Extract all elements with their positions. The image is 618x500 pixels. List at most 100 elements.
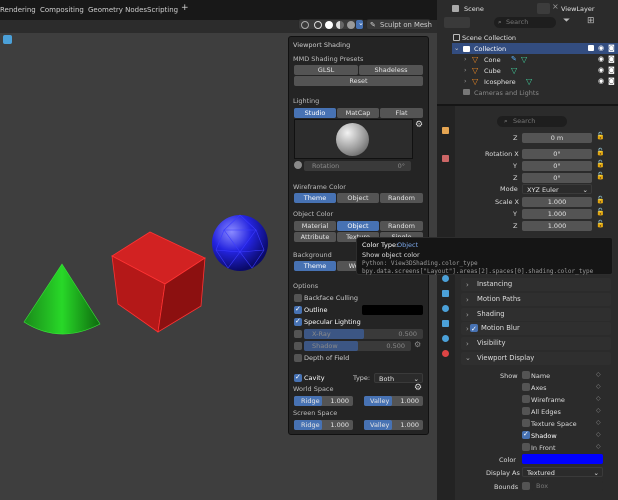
- valley2-field[interactable]: Valley 1.000: [364, 420, 423, 430]
- ico-chevron-icon[interactable]: ›: [464, 77, 467, 85]
- scale-x-field[interactable]: 1.000: [522, 197, 592, 207]
- bounds-checkbox[interactable]: [522, 482, 530, 490]
- icosphere-object[interactable]: [212, 214, 268, 271]
- location-z-field[interactable]: 0 m: [522, 133, 592, 143]
- anim-dot-icon[interactable]: ◇: [596, 431, 601, 438]
- outliner-item-cube[interactable]: Cube: [484, 67, 501, 75]
- solid-shading-icon[interactable]: [325, 21, 333, 29]
- panel-shading[interactable]: Shading: [461, 308, 611, 321]
- camera-icon[interactable]: ◙: [608, 44, 615, 52]
- panel-motion-blur[interactable]: Motion Blur: [461, 322, 611, 336]
- scale-x-lock-icon[interactable]: 🔓: [596, 196, 605, 204]
- object-color-swatch[interactable]: [522, 454, 603, 464]
- rotation-x-field[interactable]: 0°: [522, 149, 592, 159]
- material-preview-icon[interactable]: [336, 21, 344, 29]
- backface-checkbox[interactable]: [294, 294, 302, 302]
- color-material-button[interactable]: Material: [294, 221, 336, 231]
- valley-field[interactable]: Valley 1.000: [364, 396, 423, 406]
- tab-compositing[interactable]: Compositing: [40, 6, 84, 14]
- xray-slider[interactable]: X-Ray 0.500: [304, 329, 423, 339]
- cavity-checkbox[interactable]: [294, 373, 302, 382]
- object-props-tab-icon[interactable]: [442, 127, 449, 134]
- physics-tab-icon[interactable]: [442, 305, 449, 312]
- panel-viewport-display[interactable]: Viewport Display: [461, 352, 611, 365]
- modifier-tab-icon[interactable]: [442, 275, 449, 282]
- display-as-dropdown[interactable]: Textured ⌄: [522, 467, 603, 477]
- specular-checkbox[interactable]: [294, 317, 302, 326]
- cone-eye-icon[interactable]: ◉: [598, 55, 604, 63]
- xray-icon[interactable]: [301, 21, 309, 29]
- cube-camera-icon[interactable]: ◙: [608, 66, 615, 74]
- show-all-edges-checkbox[interactable]: [522, 407, 530, 415]
- color-attribute-button[interactable]: Attribute: [294, 232, 336, 242]
- sculpt-on-mesh-button[interactable]: ✎ Sculpt on Mesh: [366, 19, 432, 30]
- cone-chevron-icon[interactable]: ›: [464, 55, 467, 63]
- area-divider[interactable]: [437, 104, 618, 106]
- color-random-button[interactable]: Random: [380, 221, 423, 231]
- outliner-search-input[interactable]: Search: [494, 17, 556, 28]
- ridge2-field[interactable]: Ridge 1.000: [294, 420, 353, 430]
- collection-chevron-icon[interactable]: ⌄: [454, 44, 459, 52]
- filter-icon[interactable]: ⏷: [563, 16, 570, 26]
- wire-random-button[interactable]: Random: [380, 193, 423, 203]
- show-name-checkbox[interactable]: [522, 371, 530, 379]
- motion-blur-checkbox[interactable]: [470, 323, 478, 336]
- shadow-checkbox[interactable]: [294, 342, 302, 350]
- bg-theme-button[interactable]: Theme: [294, 261, 336, 271]
- tab-scripting[interactable]: Scripting: [147, 6, 178, 14]
- ico-eye-icon[interactable]: ◉: [598, 77, 604, 85]
- tab-rendering[interactable]: Rendering: [0, 6, 36, 14]
- scale-z-lock-icon[interactable]: 🔓: [596, 220, 605, 228]
- rotation-field[interactable]: Rotation 0°: [304, 161, 411, 171]
- show-in-front-checkbox[interactable]: [522, 443, 530, 451]
- wire-theme-button[interactable]: Theme: [294, 193, 336, 203]
- xray-checkbox[interactable]: [294, 330, 302, 338]
- cone-object[interactable]: [23, 263, 101, 335]
- particles-tab-icon[interactable]: [442, 290, 449, 297]
- rotation-z-field[interactable]: 0°: [522, 173, 592, 183]
- constraints-tab-icon[interactable]: [442, 320, 449, 327]
- eye-icon[interactable]: ◉: [598, 44, 604, 52]
- scale-z-field[interactable]: 1.000: [522, 221, 592, 231]
- cube-eye-icon[interactable]: ◉: [598, 66, 604, 74]
- outliner-item-cone[interactable]: Cone: [484, 56, 501, 64]
- outline-checkbox[interactable]: [294, 305, 302, 314]
- rot-x-lock-icon[interactable]: 🔓: [596, 148, 605, 156]
- anim-dot-icon[interactable]: ◇: [596, 371, 601, 378]
- render-tab-icon[interactable]: [442, 155, 449, 162]
- anim-dot-icon[interactable]: ◇: [596, 395, 601, 402]
- rot-y-lock-icon[interactable]: 🔓: [596, 160, 605, 168]
- dof-checkbox[interactable]: [294, 354, 302, 362]
- wireframe-shading-icon[interactable]: [314, 21, 322, 29]
- show-texture-space-checkbox[interactable]: [522, 419, 530, 427]
- glsl-button[interactable]: GLSL: [294, 65, 358, 75]
- material-tab-icon[interactable]: [442, 350, 449, 357]
- exclude-checkbox[interactable]: [588, 45, 594, 51]
- cube-object[interactable]: [111, 231, 206, 333]
- color-object-button[interactable]: Object: [337, 221, 379, 231]
- lighting-studio-button[interactable]: Studio: [294, 108, 336, 118]
- cameras-collection-label[interactable]: Cameras and Lights: [474, 89, 539, 97]
- show-shadow-checkbox[interactable]: [522, 430, 530, 439]
- panel-motion-paths[interactable]: Motion Paths: [461, 293, 611, 306]
- add-workspace-button[interactable]: +: [181, 3, 189, 13]
- copy-icon[interactable]: [537, 3, 550, 14]
- outline-color-swatch[interactable]: [362, 305, 423, 315]
- shadow-slider[interactable]: Shadow 0.500: [304, 341, 411, 351]
- rotation-y-field[interactable]: 0°: [522, 161, 592, 171]
- gear-icon[interactable]: ⚙: [415, 120, 423, 130]
- scale-y-field[interactable]: 1.000: [522, 209, 592, 219]
- wire-object-button[interactable]: Object: [337, 193, 379, 203]
- show-wireframe-checkbox[interactable]: [522, 395, 530, 403]
- shading-popover-button[interactable]: ⌄: [355, 19, 364, 30]
- rot-z-lock-icon[interactable]: 🔓: [596, 172, 605, 180]
- scale-y-lock-icon[interactable]: 🔓: [596, 208, 605, 216]
- rotation-mode-dropdown[interactable]: XYZ Euler ⌄: [522, 184, 592, 194]
- studio-light-preview[interactable]: [294, 119, 413, 159]
- anim-dot-icon[interactable]: ◇: [596, 443, 601, 450]
- data-tab-icon[interactable]: [442, 335, 449, 342]
- anim-dot-icon[interactable]: ◇: [596, 419, 601, 426]
- outliner-item-icosphere[interactable]: Icosphere: [484, 78, 516, 86]
- shadeless-button[interactable]: Shadeless: [359, 65, 423, 75]
- show-axes-checkbox[interactable]: [522, 383, 530, 391]
